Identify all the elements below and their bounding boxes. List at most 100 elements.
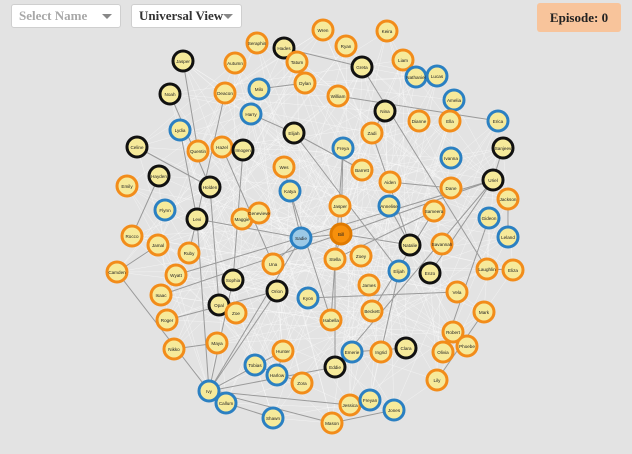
- node-greta[interactable]: Greta: [350, 55, 374, 79]
- node-bill[interactable]: Bill: [329, 222, 353, 246]
- node-aiden[interactable]: Aiden: [378, 170, 402, 194]
- node-katya[interactable]: Katya: [278, 179, 302, 203]
- node-levi[interactable]: Levi: [185, 207, 209, 231]
- node-sanjeev[interactable]: Sanjeev: [491, 136, 515, 160]
- node-maya[interactable]: Maya: [205, 331, 229, 355]
- node-stella[interactable]: Stella: [323, 247, 347, 271]
- node-jackson[interactable]: Jackson: [496, 187, 520, 211]
- node-wren[interactable]: Wren: [311, 18, 335, 42]
- network-graph[interactable]: Wren Keira Seraphin Hades Ryan Jasper Autumn Ta…: [0, 0, 632, 454]
- node-flynn[interactable]: Flynn: [153, 198, 177, 222]
- node-nikko[interactable]: Nikko: [162, 337, 186, 361]
- node-dianne[interactable]: Dianne: [407, 109, 431, 133]
- node-enzo[interactable]: Enzo: [418, 261, 442, 285]
- node-jasper2[interactable]: Jasper: [328, 194, 352, 218]
- node-mason[interactable]: Mason: [320, 411, 344, 435]
- node-genevieve[interactable]: Genevieve: [247, 201, 271, 225]
- node-dylan[interactable]: Dylan: [293, 71, 317, 95]
- node-jamal[interactable]: Jamal: [146, 233, 170, 257]
- node-jasper[interactable]: Jasper: [171, 49, 195, 73]
- node-emily[interactable]: Emily: [115, 174, 139, 198]
- node-sadie[interactable]: Sadie: [289, 226, 313, 250]
- node-sameera[interactable]: Sameera: [422, 199, 446, 223]
- node-keira[interactable]: Keira: [375, 19, 399, 43]
- node-leland[interactable]: Leland: [496, 225, 520, 249]
- node-imogen[interactable]: Imogen: [231, 138, 255, 162]
- node-ruby[interactable]: Ruby: [177, 241, 201, 265]
- node-lydia[interactable]: Lydia: [168, 118, 192, 142]
- node-erica[interactable]: Erica: [486, 109, 510, 133]
- node-liam[interactable]: Liam: [391, 48, 415, 72]
- node-beckett[interactable]: Beckett: [360, 299, 384, 323]
- node-label: Harlow: [270, 373, 285, 378]
- node-wes[interactable]: Wes: [272, 155, 296, 179]
- node-zoe[interactable]: Zoe: [224, 301, 248, 325]
- node-wyatt[interactable]: Wyatt: [164, 263, 188, 287]
- node-freyan[interactable]: Freyan: [358, 388, 382, 412]
- node-emerie[interactable]: Emerie: [340, 340, 364, 364]
- node-zoey[interactable]: Zoey: [349, 244, 373, 268]
- node-gideon[interactable]: Gideon: [477, 206, 501, 230]
- node-orion[interactable]: Orion: [265, 279, 289, 303]
- node-eliza[interactable]: Eliza: [501, 258, 525, 282]
- node-milo[interactable]: Milo: [247, 77, 271, 101]
- node-lucas[interactable]: Lucas: [425, 64, 449, 88]
- node-rocco[interactable]: Rocco: [120, 224, 144, 248]
- node-ingrid[interactable]: Ingrid: [369, 340, 393, 364]
- node-harlow[interactable]: Harlow: [265, 363, 289, 387]
- node-ryan[interactable]: Ryan: [334, 34, 358, 58]
- node-nathaniel[interactable]: Nathaniel: [404, 65, 428, 89]
- node-hazel[interactable]: Hazel: [210, 135, 234, 159]
- node-olivia[interactable]: Olivia: [431, 340, 455, 364]
- node-laughlin[interactable]: Laughlin: [475, 257, 499, 281]
- node-jessica[interactable]: Jessica: [338, 393, 362, 417]
- node-nina[interactable]: Nina: [373, 99, 397, 123]
- node-savannah[interactable]: Savannah: [430, 232, 454, 256]
- node-eddie[interactable]: Eddie: [323, 355, 347, 379]
- node-freya[interactable]: Freya: [331, 136, 355, 160]
- node-celine[interactable]: Celine: [125, 135, 149, 159]
- node-william[interactable]: William: [326, 84, 350, 108]
- node-harry[interactable]: Harry: [239, 102, 263, 126]
- node-noah[interactable]: Noah: [158, 82, 182, 106]
- node-tobias[interactable]: Tobias: [243, 353, 267, 377]
- node-seraphina[interactable]: Seraphin: [245, 31, 269, 55]
- node-shawn[interactable]: Shawn: [261, 406, 285, 430]
- node-jones[interactable]: Jones: [382, 398, 406, 422]
- node-james[interactable]: James: [357, 273, 381, 297]
- node-tatum[interactable]: Tatum: [285, 50, 309, 74]
- node-quentin[interactable]: Quentin: [186, 139, 210, 163]
- node-zadi[interactable]: Zadi: [360, 121, 384, 145]
- node-label: Amelia: [447, 98, 461, 103]
- node-camden[interactable]: Camden: [105, 260, 129, 284]
- node-deacon[interactable]: Deacon: [213, 81, 237, 105]
- node-kyon[interactable]: Kyon: [296, 286, 320, 310]
- node-ella[interactable]: Ella: [438, 109, 462, 133]
- node-phoebe[interactable]: Phoebe: [455, 334, 479, 358]
- node-holden[interactable]: Holden: [198, 175, 222, 199]
- node-elijah[interactable]: Elijah: [282, 121, 306, 145]
- node-natalie[interactable]: Natalie: [398, 233, 422, 257]
- node-annelise[interactable]: Annelise: [377, 194, 401, 218]
- node-callum[interactable]: Callum: [214, 391, 238, 415]
- node-elijah2[interactable]: Elijah: [387, 259, 411, 283]
- node-vela[interactable]: Vela: [445, 280, 469, 304]
- node-mark[interactable]: Mark: [472, 300, 496, 324]
- node-label: Maggie: [234, 217, 250, 222]
- node-dane[interactable]: Dane: [439, 176, 463, 200]
- node-barrett[interactable]: Barrett: [350, 158, 374, 182]
- node-autumn[interactable]: Autumn: [223, 51, 247, 75]
- node-uriel[interactable]: Uriel: [481, 168, 505, 192]
- node-isabella[interactable]: Isabella: [319, 308, 343, 332]
- node-roger[interactable]: Roger: [155, 308, 179, 332]
- node-isaac[interactable]: Isaac: [149, 283, 173, 307]
- node-zora[interactable]: Zora: [290, 371, 314, 395]
- node-lily[interactable]: Lily: [425, 368, 449, 392]
- node-hayden[interactable]: Hayden: [147, 164, 171, 188]
- node-sophia[interactable]: Sophia: [221, 268, 245, 292]
- node-hunter[interactable]: Hunter: [271, 339, 295, 363]
- node-ivanna[interactable]: Ivanna: [439, 146, 463, 170]
- node-amelia[interactable]: Amelia: [442, 88, 466, 112]
- node-una[interactable]: Una: [261, 252, 285, 276]
- node-clara[interactable]: Clara: [394, 336, 418, 360]
